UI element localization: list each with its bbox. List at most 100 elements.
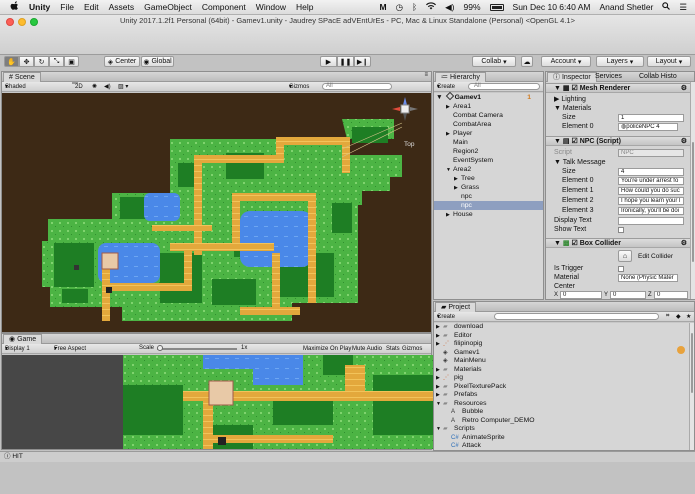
cloud-button[interactable]: ☁ xyxy=(521,56,533,67)
pivot-center-toggle[interactable]: ◈ Center xyxy=(104,56,140,67)
notification-center-icon[interactable]: ☰ xyxy=(679,2,687,13)
user-name[interactable]: Anand Shetler xyxy=(600,2,654,12)
hierarchy-item[interactable]: npc xyxy=(434,192,543,201)
material-element0-field[interactable]: ◍policeNPC 4 xyxy=(618,123,678,131)
time-machine-icon[interactable]: ◷ xyxy=(396,2,403,13)
collab-status-icon[interactable] xyxy=(677,346,685,354)
materials-size-field[interactable]: 1 xyxy=(618,114,684,122)
bluetooth-icon[interactable]: ᛒ xyxy=(412,2,417,12)
shading-dropdown[interactable]: Shaded ▾ xyxy=(5,83,26,90)
script-field[interactable]: NPC xyxy=(618,149,684,157)
inspector-scroll-thumb[interactable] xyxy=(692,142,694,262)
account-dropdown[interactable]: Account ▾ xyxy=(541,56,591,67)
center-y-field[interactable]: 0 xyxy=(610,291,646,299)
component-settings-icon[interactable]: ⚙ xyxy=(681,239,687,248)
battery-icon[interactable] xyxy=(489,3,504,11)
talk-element-field[interactable]: You're under arrest fo xyxy=(618,177,684,185)
npc-sprite-2[interactable] xyxy=(74,265,79,270)
pause-button[interactable]: ❚❚ xyxy=(337,56,354,67)
component-settings-icon[interactable]: ⚙ xyxy=(681,137,687,146)
npc-script-header[interactable]: ▼ ▤ ☑ NPC (Script) ⚙ xyxy=(546,136,690,146)
filter-by-type-icon[interactable]: ⌗ xyxy=(666,313,669,320)
hierarchy-item[interactable]: ▶ Area1 xyxy=(434,102,543,111)
materials-foldout[interactable]: ▼ Materials xyxy=(546,104,690,113)
scene-root-row[interactable]: ▼ Gamev1 1 xyxy=(434,91,543,102)
tab-services[interactable]: Services xyxy=(590,72,627,82)
project-item[interactable]: C# Attack xyxy=(434,442,694,450)
expand-arrow-icon[interactable]: ▶ xyxy=(436,391,443,400)
hierarchy-item[interactable]: Combat Camera xyxy=(434,111,543,120)
hierarchy-create-dropdown[interactable]: Create ▾ xyxy=(437,83,455,90)
saved-search-icon[interactable]: ★ xyxy=(686,313,691,320)
collider-material-field[interactable]: None (Physic Mater xyxy=(618,274,678,282)
project-item[interactable]: ◈ Gamev1 xyxy=(434,349,694,358)
project-item[interactable]: ▶ ⋰ filipinopig xyxy=(434,340,694,349)
hierarchy-item[interactable]: Region2 xyxy=(434,147,543,156)
lighting-foldout[interactable]: ▶ Lighting xyxy=(546,95,690,104)
tab-collab-history[interactable]: Collab Histo xyxy=(634,72,682,82)
collab-dropdown[interactable]: Collab ▾ xyxy=(472,56,516,67)
clock[interactable]: Sun Dec 10 6:40 AM xyxy=(513,2,591,12)
game-viewport[interactable] xyxy=(123,355,435,449)
expand-arrow-icon[interactable]: ▶ xyxy=(436,374,443,383)
house-sprite[interactable] xyxy=(101,252,119,270)
spotlight-search-icon[interactable] xyxy=(662,2,671,12)
scale-tool-button[interactable]: ⤡ xyxy=(49,56,64,67)
rect-tool-button[interactable]: ▣ xyxy=(64,56,79,67)
expand-arrow-icon[interactable]: ▼ xyxy=(436,425,443,434)
wifi-icon[interactable] xyxy=(426,2,437,12)
filter-by-label-icon[interactable]: ◆ xyxy=(676,313,681,320)
display-dropdown[interactable]: Display 1 ▾ xyxy=(5,345,30,352)
space-global-toggle[interactable]: ◉ Global xyxy=(141,56,174,67)
project-item[interactable]: ▶ ▰ PixelTexturePack xyxy=(434,383,694,392)
mesh-renderer-header[interactable]: ▼ ▦ ☑ Mesh Renderer ⚙ xyxy=(546,83,690,93)
is-trigger-checkbox[interactable] xyxy=(618,266,624,272)
center-x-field[interactable]: 0 xyxy=(560,291,602,299)
center-z-field[interactable]: 0 xyxy=(654,291,688,299)
rotate-tool-button[interactable]: ↻ xyxy=(34,56,49,67)
m-status-icon[interactable]: M xyxy=(380,2,387,12)
project-item[interactable]: ▼ ▰ Scripts xyxy=(434,425,694,434)
menu-assets[interactable]: Assets xyxy=(109,2,135,12)
project-item[interactable]: ◈ MainMenu xyxy=(434,357,694,366)
menu-window[interactable]: Window xyxy=(256,2,286,12)
project-item[interactable]: ▶ ⋰ pig xyxy=(434,374,694,383)
app-menu-unity[interactable]: Unity xyxy=(29,2,50,12)
expand-arrow-icon[interactable]: ▶ xyxy=(436,323,443,332)
hierarchy-item[interactable]: ▶ Tree xyxy=(434,174,543,183)
menu-component[interactable]: Component xyxy=(202,2,246,12)
mode-2d-toggle[interactable]: 2D xyxy=(72,82,83,90)
edit-collider-button[interactable]: ⌂ xyxy=(618,250,632,262)
menu-file[interactable]: File xyxy=(60,2,74,12)
aspect-dropdown[interactable]: Free Aspect ▾ xyxy=(54,345,86,352)
talk-element-field[interactable]: How could you do suc xyxy=(618,187,684,195)
volume-icon[interactable]: ◀) xyxy=(445,2,454,13)
project-item[interactable]: ▶ ▰ Materials xyxy=(434,366,694,375)
expand-arrow-icon[interactable]: ▶ xyxy=(436,332,443,341)
show-text-checkbox[interactable] xyxy=(618,227,624,233)
hierarchy-item[interactable]: ▶ Player xyxy=(434,129,543,138)
project-item[interactable]: A Bubble xyxy=(434,408,694,417)
step-button[interactable]: ▶❙ xyxy=(354,56,371,67)
menu-edit[interactable]: Edit xyxy=(84,2,99,12)
orientation-gizmo[interactable] xyxy=(392,95,418,127)
talk-element-field[interactable]: Ironically, you'll be doi xyxy=(618,207,684,215)
talk-element-field[interactable]: I hope you learn your l xyxy=(618,197,684,205)
move-tool-button[interactable]: ✥ xyxy=(19,56,34,67)
expand-arrow-icon[interactable]: ▶ xyxy=(436,340,443,349)
project-item[interactable]: C# AnimateSprite xyxy=(434,434,694,443)
play-button[interactable]: ▶ xyxy=(320,56,337,67)
audio-toggle-icon[interactable]: ◀) xyxy=(104,83,111,90)
apple-icon[interactable] xyxy=(10,1,19,13)
project-scroll-thumb[interactable] xyxy=(691,333,693,393)
hierarchy-item[interactable]: npc xyxy=(434,201,543,210)
menu-gameobject[interactable]: GameObject xyxy=(144,2,192,12)
status-message[interactable]: HIT xyxy=(12,453,22,460)
expand-arrow-icon[interactable]: ▼ xyxy=(436,400,443,409)
lighting-toggle-icon[interactable]: ✺ xyxy=(92,83,97,90)
layers-dropdown[interactable]: Layers ▾ xyxy=(596,56,644,67)
project-scrollbar[interactable] xyxy=(689,323,694,450)
project-item[interactable]: A Retro Computer_DEMO xyxy=(434,417,694,426)
expand-arrow-icon[interactable]: ▶ xyxy=(446,211,453,220)
tab-game[interactable]: ◉ Game xyxy=(3,334,43,344)
